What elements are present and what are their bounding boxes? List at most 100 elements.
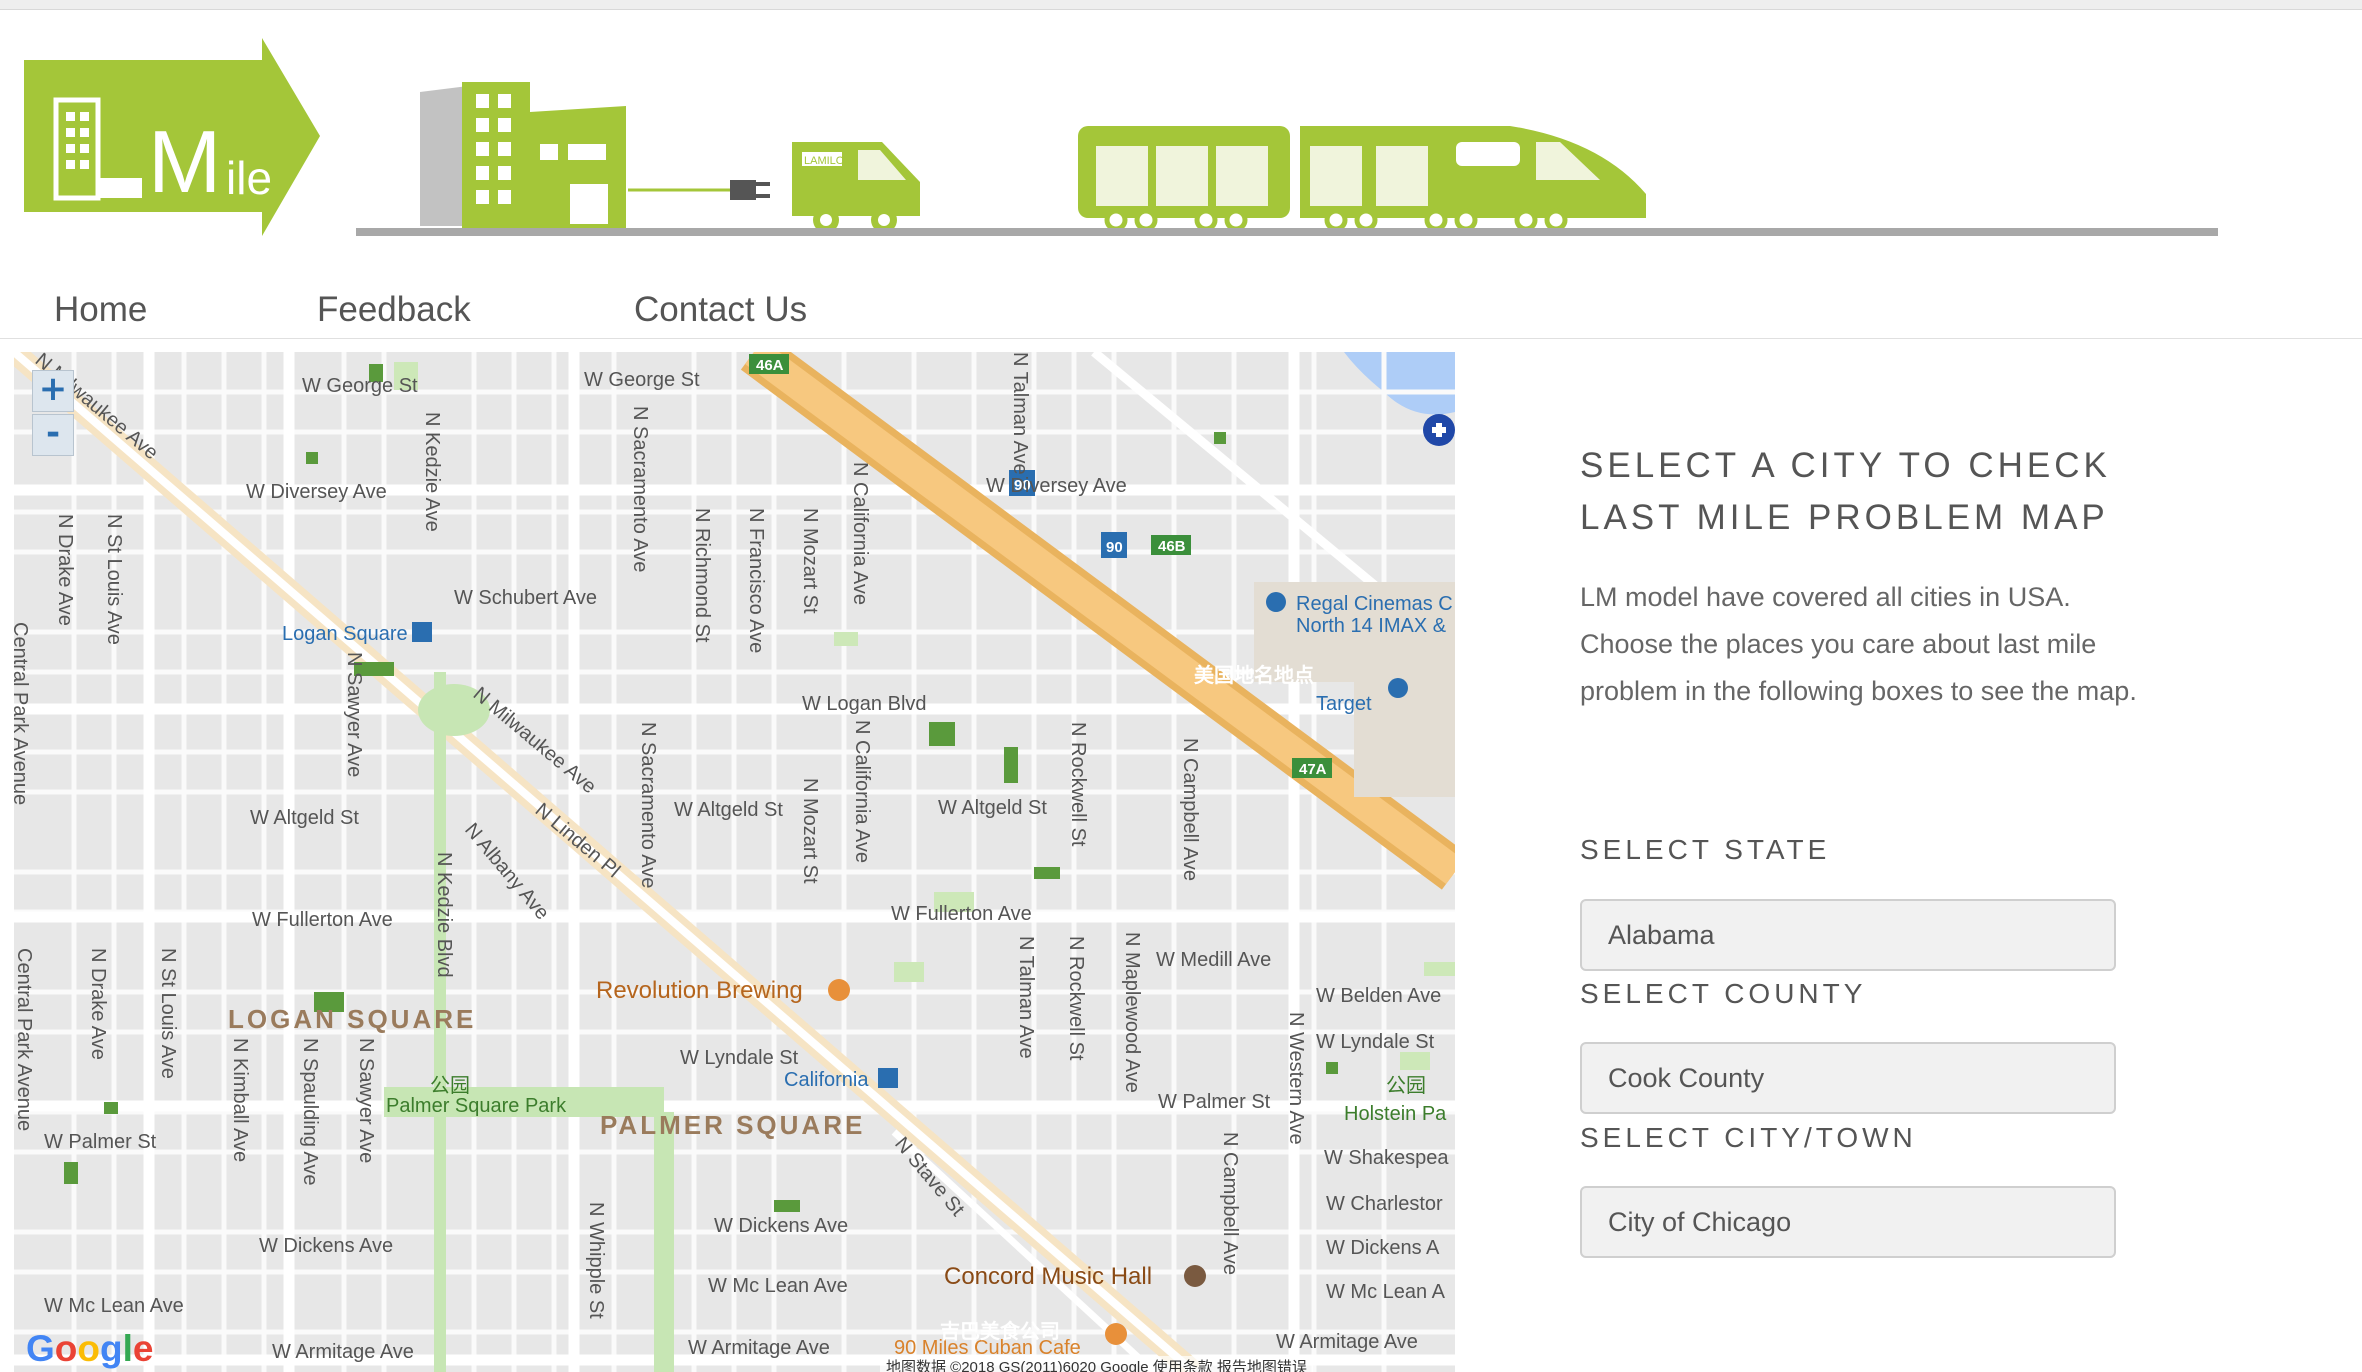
nav-home-link[interactable]: Home <box>54 290 147 330</box>
svg-text:N Campbell Ave: N Campbell Ave <box>1179 738 1201 881</box>
zoom-out-button[interactable]: - <box>32 414 74 456</box>
svg-text:N Whipple St: N Whipple St <box>585 1202 607 1319</box>
svg-text:PALMER SQUARE: PALMER SQUARE <box>600 1110 865 1140</box>
svg-text:N Kedzie Blvd: N Kedzie Blvd <box>433 852 455 978</box>
svg-text:W Armitage Ave: W Armitage Ave <box>1276 1331 1418 1353</box>
state-field[interactable] <box>1580 899 2116 971</box>
map-view[interactable]: 46A 90 90 46B 47A W George St W George S… <box>14 352 1455 1372</box>
svg-text:N Kedzie Ave: N Kedzie Ave <box>421 412 443 532</box>
svg-text:W Dickens Ave: W Dickens Ave <box>259 1235 393 1257</box>
svg-text:W Lyndale St: W Lyndale St <box>1316 1031 1435 1053</box>
svg-text:47A: 47A <box>1299 761 1327 778</box>
truck-icon: LAMILO <box>792 142 920 233</box>
svg-text:N Sawyer Ave: N Sawyer Ave <box>343 652 365 777</box>
svg-text:N Rockwell St: N Rockwell St <box>1067 722 1089 847</box>
state-input[interactable] <box>1582 901 2114 969</box>
svg-text:W Belden Ave: W Belden Ave <box>1316 985 1441 1007</box>
panel-title-line-1: SELECT A CITY TO CHECK <box>1580 446 2111 485</box>
svg-text:Target: Target <box>1316 693 1372 715</box>
svg-text:Concord Music Hall: Concord Music Hall <box>944 1263 1152 1290</box>
svg-text:W Fullerton Ave: W Fullerton Ave <box>252 909 393 931</box>
svg-text:N Kimball Ave: N Kimball Ave <box>229 1038 251 1162</box>
google-logo: Google <box>26 1328 154 1369</box>
svg-text:W Medill Ave: W Medill Ave <box>1156 949 1271 971</box>
svg-text:N Western Ave: N Western Ave <box>1285 1012 1307 1145</box>
svg-text:N Drake Ave: N Drake Ave <box>54 514 76 626</box>
svg-text:46B: 46B <box>1158 538 1186 555</box>
svg-text:N Mozart St: N Mozart St <box>799 508 821 614</box>
svg-text:W Mc Lean Ave: W Mc Lean Ave <box>708 1275 848 1297</box>
header-banner: M ile LAMILO <box>0 30 2362 250</box>
svg-text:N Sacramento Ave: N Sacramento Ave <box>637 722 659 888</box>
svg-text:Central Park Avenue: Central Park Avenue <box>14 948 35 1131</box>
svg-text:Palmer Square Park: Palmer Square Park <box>386 1095 567 1117</box>
svg-text:N Talman Ave: N Talman Ave <box>1015 936 1037 1059</box>
svg-text:N St Louis Ave: N St Louis Ave <box>103 514 125 645</box>
ground-rail <box>356 228 2218 236</box>
svg-text:N Sacramento Ave: N Sacramento Ave <box>629 406 651 572</box>
map-attribution[interactable]: 地图数据 ©2018 GS(2011)6020 Google 使用条款 报告地图… <box>880 1356 1313 1372</box>
svg-text:Regal Cinemas C: Regal Cinemas C <box>1296 593 1453 615</box>
svg-text:N California Ave: N California Ave <box>851 720 873 863</box>
svg-text:吉巴美食公司: 吉巴美食公司 <box>940 1319 1060 1343</box>
svg-text:N Talman Ave: N Talman Ave <box>1009 352 1031 475</box>
svg-text:W Shakespea: W Shakespea <box>1324 1147 1449 1169</box>
svg-text:46A: 46A <box>756 357 784 374</box>
building-icon <box>420 82 770 228</box>
svg-text:W Altgeld St: W Altgeld St <box>674 799 783 821</box>
city-selection-panel: SELECT A CITY TO CHECK LAST MILE PROBLEM… <box>1580 440 2140 715</box>
svg-text:W Mc Lean Ave: W Mc Lean Ave <box>44 1295 184 1317</box>
county-label: SELECT COUNTY <box>1580 978 1867 1009</box>
svg-text:LOGAN SQUARE: LOGAN SQUARE <box>228 1004 476 1034</box>
train-icon <box>1078 126 1646 232</box>
svg-text:Central Park Avenue: Central Park Avenue <box>14 622 31 805</box>
svg-text:W Altgeld St: W Altgeld St <box>250 807 359 829</box>
svg-text:N Sawyer Ave: N Sawyer Ave <box>355 1038 377 1163</box>
svg-text:W Dickens Ave: W Dickens Ave <box>714 1215 848 1237</box>
panel-title-line-2: LAST MILE PROBLEM MAP <box>1580 498 2109 537</box>
county-field[interactable] <box>1580 1042 2116 1114</box>
city-label: SELECT CITY/TOWN <box>1580 1122 1917 1153</box>
svg-text:美国地名地点: 美国地名地点 <box>1194 663 1314 687</box>
hospital-icon <box>1423 414 1455 446</box>
svg-text:North 14 IMAX &: North 14 IMAX & <box>1296 615 1447 637</box>
svg-text:N Spaulding Ave: N Spaulding Ave <box>299 1038 321 1186</box>
zoom-in-button[interactable]: + <box>32 370 74 412</box>
svg-text:W Palmer St: W Palmer St <box>1158 1091 1271 1113</box>
state-label: SELECT STATE <box>1580 834 1831 865</box>
svg-text:公园: 公园 <box>1386 1075 1426 1097</box>
nav-feedback-link[interactable]: Feedback <box>317 290 471 330</box>
svg-text:N Richmond St: N Richmond St <box>691 508 713 643</box>
browser-top-edge <box>0 0 2362 10</box>
svg-text:LAMILO: LAMILO <box>804 155 845 167</box>
svg-text:W Schubert Ave: W Schubert Ave <box>454 587 597 609</box>
svg-text:W Altgeld St: W Altgeld St <box>938 797 1047 819</box>
svg-text:W Mc Lean A: W Mc Lean A <box>1326 1281 1446 1303</box>
svg-text:W Palmer St: W Palmer St <box>44 1131 157 1153</box>
panel-description: LM model have covered all cities in USA.… <box>1580 582 2137 706</box>
svg-text:W Diversey Ave: W Diversey Ave <box>246 481 387 503</box>
logo-text-m: M <box>148 112 221 211</box>
svg-text:N Maplewood Ave: N Maplewood Ave <box>1121 932 1143 1093</box>
svg-text:N Mozart St: N Mozart St <box>799 778 821 884</box>
svg-text:W Lyndale St: W Lyndale St <box>680 1047 799 1069</box>
svg-text:Logan Square: Logan Square <box>282 623 408 645</box>
county-input[interactable] <box>1582 1044 2114 1112</box>
nav-contact-link[interactable]: Contact Us <box>634 290 807 330</box>
svg-text:W Armitage Ave: W Armitage Ave <box>272 1341 414 1363</box>
svg-text:W Diversey Ave: W Diversey Ave <box>986 475 1127 497</box>
svg-text:N St Louis Ave: N St Louis Ave <box>157 948 179 1079</box>
city-input[interactable] <box>1582 1188 2114 1256</box>
logo[interactable]: M ile <box>24 38 320 236</box>
svg-text:Revolution Brewing: Revolution Brewing <box>596 977 803 1004</box>
svg-text:N Francisco Ave: N Francisco Ave <box>745 508 767 653</box>
svg-text:W Armitage Ave: W Armitage Ave <box>688 1337 830 1359</box>
svg-text:W George St: W George St <box>302 375 418 397</box>
svg-text:N California Ave: N California Ave <box>849 462 871 605</box>
city-field[interactable] <box>1580 1186 2116 1258</box>
svg-text:W Logan Blvd: W Logan Blvd <box>802 693 927 715</box>
svg-text:公园: 公园 <box>430 1075 470 1097</box>
main-nav: Home Feedback Contact Us <box>0 270 2362 339</box>
svg-text:N Rockwell St: N Rockwell St <box>1065 936 1087 1061</box>
svg-text:N Campbell Ave: N Campbell Ave <box>1219 1132 1241 1275</box>
